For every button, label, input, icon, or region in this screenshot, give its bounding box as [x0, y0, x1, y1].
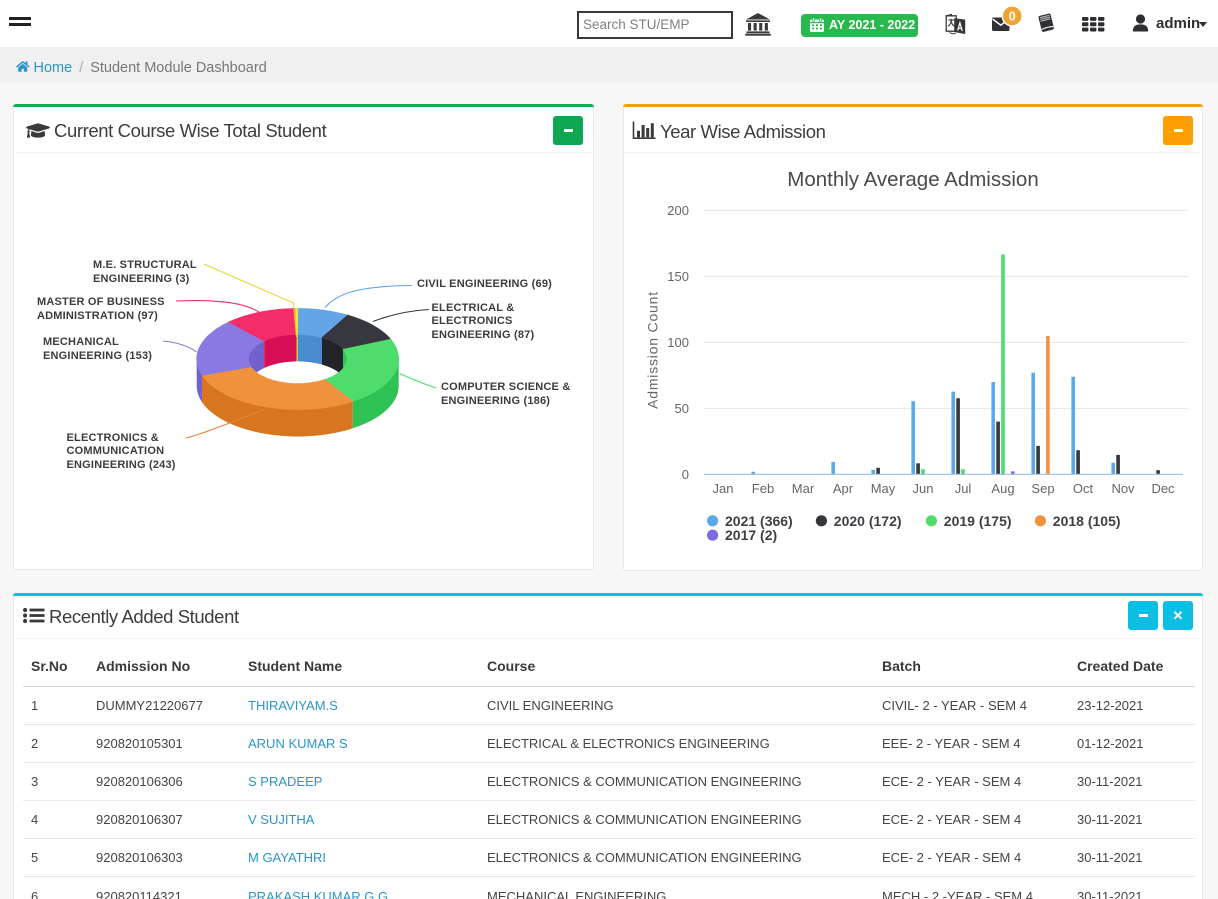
svg-text:Admission Count: Admission Count	[645, 291, 661, 409]
svg-text:2019 (175): 2019 (175)	[944, 513, 1012, 529]
svg-text:150: 150	[667, 269, 689, 284]
svg-text:Jan: Jan	[713, 481, 734, 496]
svg-text:2020 (172): 2020 (172)	[834, 513, 902, 529]
svg-text:Apr: Apr	[833, 481, 854, 496]
svg-text:May: May	[871, 481, 896, 496]
svg-text:Feb: Feb	[752, 481, 774, 496]
svg-text:Sep: Sep	[1031, 481, 1054, 496]
svg-text:0: 0	[1009, 9, 1016, 23]
svg-text:Oct: Oct	[1073, 481, 1094, 496]
svg-text:50: 50	[675, 401, 689, 416]
svg-text:Dec: Dec	[1151, 481, 1175, 496]
svg-text:Jun: Jun	[913, 481, 934, 496]
svg-text:Monthly Average Admission: Monthly Average Admission	[787, 168, 1038, 191]
svg-text:0: 0	[682, 467, 689, 482]
svg-text:Mar: Mar	[792, 481, 815, 496]
svg-text:100: 100	[667, 335, 689, 350]
svg-text:2017 (2): 2017 (2)	[725, 527, 777, 543]
svg-text:2018 (105): 2018 (105)	[1053, 513, 1121, 529]
svg-text:Nov: Nov	[1111, 481, 1135, 496]
svg-text:Aug: Aug	[991, 481, 1014, 496]
svg-text:Jul: Jul	[955, 481, 972, 496]
svg-text:200: 200	[667, 203, 689, 218]
